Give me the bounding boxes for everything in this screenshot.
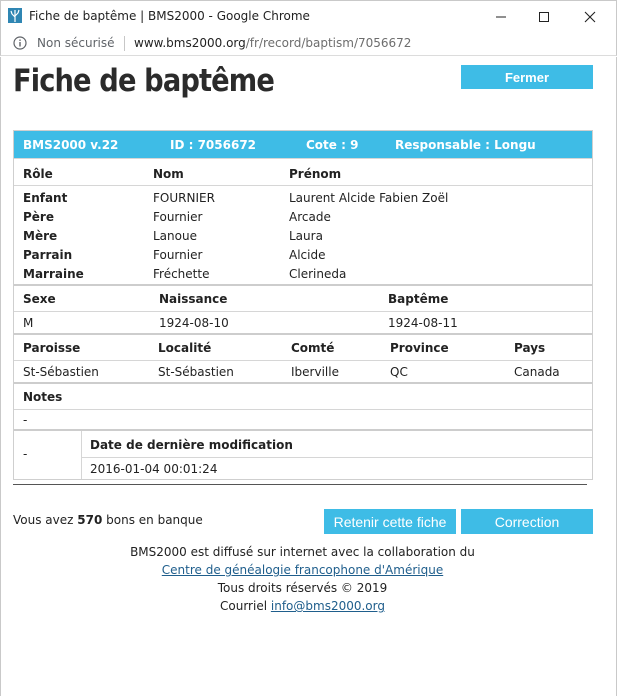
modification-label: Date de dernière modification [90, 438, 293, 452]
modification-left-value: - [23, 447, 28, 461]
header-province: Province [390, 341, 449, 355]
section-divider [14, 284, 592, 286]
modification-date: 2016-01-04 00:01:24 [90, 462, 218, 476]
row-divider [82, 457, 592, 458]
person-nom: Fréchette [153, 267, 210, 281]
bms2000-tree-icon [8, 8, 22, 23]
url-host: www.bms2000.org [134, 36, 246, 50]
person-role: Parrain [23, 248, 73, 262]
person-role: Père [23, 210, 54, 224]
value-province: QC [390, 365, 408, 379]
security-label[interactable]: Non sécurisé [37, 36, 114, 50]
keep-record-button[interactable]: Retenir cette fiche [324, 509, 456, 534]
record-id: ID : 7056672 [170, 138, 257, 152]
footer-email-line: Courriel info@bms2000.org [1, 599, 604, 613]
person-role: Mère [23, 229, 58, 243]
row-divider [14, 185, 592, 186]
bank-count: 570 [77, 513, 103, 527]
row-divider [14, 409, 592, 410]
close-window-button[interactable] [567, 1, 613, 32]
value-pays: Canada [514, 365, 560, 379]
person-prenom: Clerineda [289, 267, 347, 281]
value-sexe: M [23, 316, 34, 330]
maximize-icon [539, 11, 549, 22]
url-path: /fr/record/baptism/7056672 [245, 36, 412, 50]
header-bapteme: Baptême [388, 292, 449, 306]
minimize-icon [496, 16, 506, 17]
footer-collaboration: BMS2000 est diffusé sur internet avec la… [130, 545, 475, 559]
baptism-record: BMS2000 v.22 ID : 7056672 Cote : 9 Respo… [13, 130, 593, 480]
person-role: Enfant [23, 191, 68, 205]
header-comte: Comté [291, 341, 335, 355]
record-cote: Cote : 9 [306, 138, 359, 152]
person-prenom: Arcade [289, 210, 331, 224]
header-paroisse: Paroisse [23, 341, 81, 355]
bank-prefix: Vous avez [13, 513, 74, 527]
close-icon [584, 11, 596, 22]
person-prenom: Alcide [289, 248, 326, 262]
column-divider [81, 431, 82, 479]
window-title: Fiche de baptême | BMS2000 - Google Chro… [29, 9, 310, 23]
notes-label: Notes [23, 390, 63, 404]
minimize-button[interactable] [478, 1, 524, 32]
section-divider [14, 382, 592, 384]
header-role: Rôle [23, 167, 53, 181]
header-localite: Localité [158, 341, 212, 355]
footer-link-line: Centre de généalogie francophone d'Améri… [1, 563, 604, 577]
header-nom: Nom [153, 167, 184, 181]
info-icon[interactable] [13, 36, 27, 50]
section-divider [14, 429, 592, 431]
header-pays: Pays [514, 341, 546, 355]
row-divider [14, 360, 592, 361]
maximize-button[interactable] [521, 1, 567, 32]
address-separator [124, 36, 125, 51]
bank-suffix: bons en banque [106, 513, 203, 527]
value-comte: Iberville [291, 365, 339, 379]
notes-value: - [23, 413, 28, 427]
record-header: BMS2000 v.22 ID : 7056672 Cote : 9 Respo… [14, 131, 592, 158]
partner-link[interactable]: Centre de généalogie francophone d'Améri… [162, 563, 443, 577]
bank-balance: Vous avez 570 bons en banque [13, 513, 203, 527]
page-title: Fiche de baptême [13, 63, 275, 99]
section-divider [14, 333, 592, 335]
header-prenom: Prénom [289, 167, 342, 181]
address-bar[interactable]: Non sécurisé www.bms2000.org/fr/record/b… [0, 31, 617, 56]
value-localite: St-Sébastien [158, 365, 234, 379]
person-nom: Fournier [153, 248, 203, 262]
record-version: BMS2000 v.22 [23, 138, 119, 152]
person-prenom: Laurent Alcide Fabien Zoël [289, 191, 449, 205]
window-titlebar: Fiche de baptême | BMS2000 - Google Chro… [0, 0, 617, 31]
row-divider [14, 311, 592, 312]
person-nom: FOURNIER [153, 191, 215, 205]
email-link[interactable]: info@bms2000.org [271, 599, 385, 613]
person-prenom: Laura [289, 229, 323, 243]
row-divider [14, 158, 592, 159]
record-responsable: Responsable : Longu [395, 138, 536, 152]
correction-button[interactable]: Correction [461, 509, 593, 534]
header-naissance: Naissance [159, 292, 228, 306]
person-nom: Fournier [153, 210, 203, 224]
horizontal-rule [13, 484, 587, 485]
value-paroisse: St-Sébastien [23, 365, 99, 379]
close-button[interactable]: Fermer [461, 65, 593, 89]
person-role: Marraine [23, 267, 84, 281]
email-prefix: Courriel [220, 599, 268, 613]
person-nom: Lanoue [153, 229, 197, 243]
page-content: Fiche de baptême Fermer BMS2000 v.22 ID … [0, 57, 617, 696]
url-field[interactable]: www.bms2000.org/fr/record/baptism/705667… [134, 36, 411, 50]
value-bapteme: 1924-08-11 [388, 316, 458, 330]
value-naissance: 1924-08-10 [159, 316, 229, 330]
header-sexe: Sexe [23, 292, 56, 306]
footer-rights: Tous droits réservés © 2019 [217, 581, 388, 595]
